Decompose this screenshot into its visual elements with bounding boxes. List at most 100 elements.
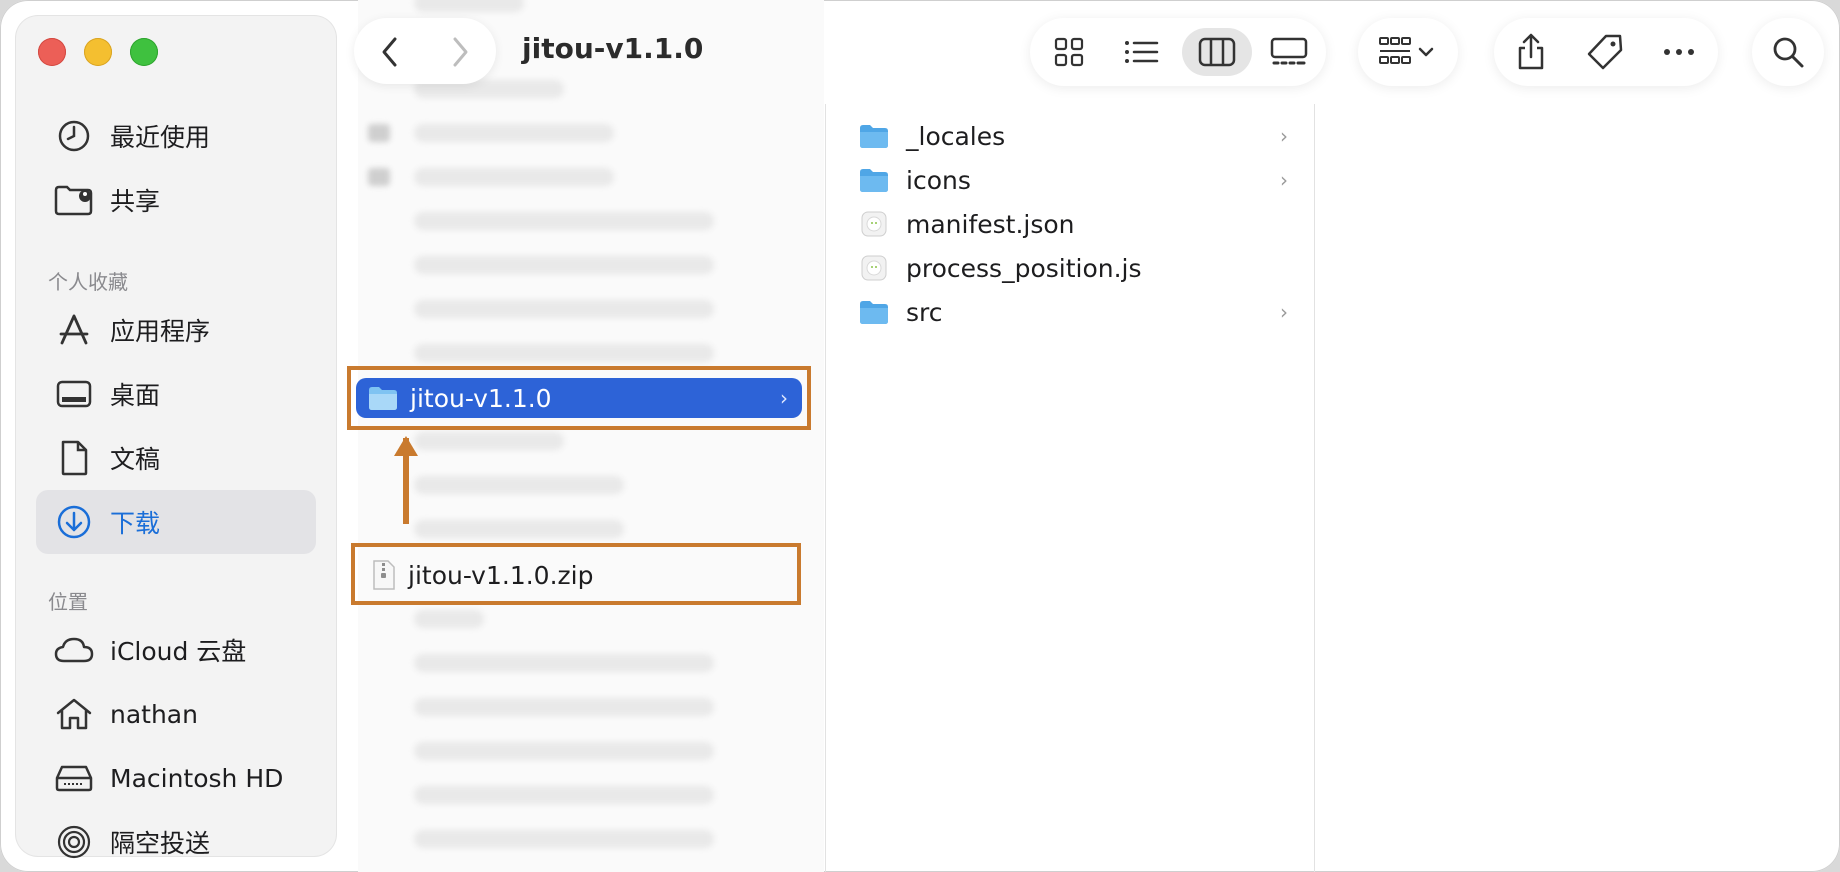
folder-icon: [858, 122, 890, 150]
folder-icon: [858, 166, 890, 194]
icon-view-button[interactable]: [1038, 28, 1100, 76]
section-header-favorites: 个人收藏: [48, 270, 128, 294]
item-label: src: [906, 297, 943, 327]
document-icon: [54, 438, 94, 478]
sidebar-item-home[interactable]: nathan: [36, 684, 316, 744]
chevron-right-icon: [453, 37, 468, 67]
group-by-button[interactable]: [1368, 28, 1448, 76]
actions-group: [1494, 18, 1718, 86]
airdrop-icon: [54, 822, 94, 862]
group-icon: [1379, 37, 1434, 64]
blurred-row: [414, 344, 714, 362]
chevron-left-icon: [382, 37, 397, 67]
home-icon: [54, 694, 94, 734]
share-icon: [1518, 33, 1544, 70]
blurred-row: [414, 520, 624, 538]
zoom-window-button[interactable]: [130, 38, 158, 66]
column-divider[interactable]: [825, 104, 826, 872]
gallery-icon: [1270, 37, 1308, 65]
sidebar-item-desktop[interactable]: 桌面: [36, 364, 316, 424]
file-column-1[interactable]: [358, 0, 824, 872]
more-button[interactable]: [1648, 28, 1710, 76]
tag-button[interactable]: [1574, 28, 1636, 76]
blurred-row: [414, 0, 524, 12]
item-label: manifest.json: [906, 209, 1075, 239]
sidebar-item-airdrop[interactable]: 隔空投送: [36, 812, 316, 872]
item-label: icons: [906, 165, 971, 195]
ellipsis-icon: [1664, 49, 1694, 55]
group-by-group: [1358, 18, 1458, 86]
list-item[interactable]: process_position.js: [858, 246, 1288, 290]
applications-icon: [54, 310, 94, 350]
blurred-icon: [368, 168, 390, 186]
blurred-row: [414, 654, 714, 672]
disk-icon: [54, 758, 94, 798]
view-mode-group: [1030, 18, 1326, 86]
list-item[interactable]: icons ›: [858, 158, 1288, 202]
grid-icon: [1054, 37, 1084, 67]
sidebar-item-applications[interactable]: 应用程序: [36, 300, 316, 360]
list-item[interactable]: manifest.json: [858, 202, 1288, 246]
blurred-row: [414, 124, 614, 142]
sidebar-item-label: 最近使用: [110, 123, 211, 152]
item-label: process_position.js: [906, 253, 1142, 283]
search-group: [1752, 18, 1824, 86]
annotation-box-zip: [351, 543, 801, 605]
close-window-button[interactable]: [38, 38, 66, 66]
blurred-row: [414, 786, 714, 804]
chevron-right-icon: ›: [1280, 124, 1288, 148]
sidebar-item-label: 应用程序: [110, 317, 211, 346]
sidebar-item-shared[interactable]: 共享: [36, 170, 316, 230]
search-button[interactable]: [1757, 28, 1819, 76]
blurred-row: [414, 698, 714, 716]
download-icon: [54, 502, 94, 542]
blurred-row: [414, 300, 714, 318]
cloud-icon: [54, 630, 94, 670]
share-button[interactable]: [1500, 28, 1562, 76]
js-file-icon: [858, 254, 890, 282]
blurred-row: [414, 432, 564, 450]
sidebar-item-label: 桌面: [110, 381, 161, 410]
desktop-icon: [54, 374, 94, 414]
json-file-icon: [858, 210, 890, 238]
blurred-row: [414, 212, 714, 230]
sidebar-item-label: Macintosh HD: [110, 763, 284, 793]
blurred-row: [414, 742, 714, 760]
chevron-right-icon: ›: [1280, 300, 1288, 324]
finder-window: jitou-v1.1.0 › jitou-v1.1.0.zip _locales…: [0, 0, 1840, 872]
column-view-button[interactable]: [1182, 28, 1252, 76]
column-divider[interactable]: [1314, 104, 1315, 872]
sidebar-item-label: 下载: [110, 509, 161, 538]
sidebar-item-label: 隔空投送: [110, 829, 211, 858]
minimize-window-button[interactable]: [84, 38, 112, 66]
tag-icon: [1587, 34, 1623, 70]
columns-icon: [1198, 37, 1236, 67]
item-label: _locales: [906, 121, 1006, 151]
folder-icon: [858, 298, 890, 326]
list-icon: [1125, 41, 1159, 63]
blurred-row: [414, 168, 614, 186]
sidebar-item-recents[interactable]: 最近使用: [36, 106, 316, 166]
sidebar-item-macintosh-hd[interactable]: Macintosh HD: [36, 748, 316, 808]
back-button[interactable]: [370, 32, 410, 72]
sidebar-item-downloads[interactable]: 下载: [36, 490, 316, 554]
forward-button[interactable]: [440, 32, 480, 72]
sidebar-item-icloud[interactable]: iCloud 云盘: [36, 620, 316, 680]
window-title: jitou-v1.1.0: [522, 32, 704, 65]
list-item[interactable]: _locales ›: [858, 114, 1288, 158]
clock-icon: [54, 116, 94, 156]
list-view-button[interactable]: [1110, 28, 1172, 76]
sidebar-item-label: nathan: [110, 699, 198, 729]
shared-folder-icon: [54, 180, 94, 220]
sidebar-item-documents[interactable]: 文稿: [36, 428, 316, 488]
chevron-right-icon: ›: [1280, 168, 1288, 192]
list-item[interactable]: src ›: [858, 290, 1288, 334]
search-icon: [1773, 37, 1804, 68]
blurred-row: [414, 830, 714, 848]
section-header-locations: 位置: [48, 590, 88, 614]
sidebar-item-label: iCloud 云盘: [110, 637, 247, 666]
blurred-row: [414, 610, 484, 628]
sidebar-item-label: 文稿: [110, 445, 161, 474]
gallery-view-button[interactable]: [1258, 28, 1320, 76]
sidebar: 最近使用 共享 个人收藏 应用程序 桌面 文稿 下载 位置 iCloud 云盘 …: [16, 16, 336, 859]
